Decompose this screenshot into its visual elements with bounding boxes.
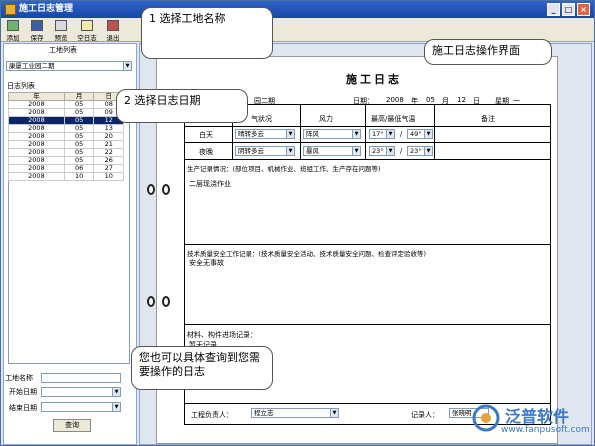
divider <box>184 244 551 245</box>
engineer-select[interactable]: 程立志 ▼ <box>251 408 339 418</box>
recorder-label: 记录人： <box>411 411 439 419</box>
exit-icon <box>107 20 119 31</box>
date-month[interactable]: 05 <box>426 96 435 104</box>
callout-log-interface: 施工日志操作界面 <box>424 39 552 65</box>
chevron-down-icon: ▼ <box>330 409 338 417</box>
divider <box>365 104 366 159</box>
table-cell: 2008 <box>8 172 65 181</box>
table-row[interactable]: 2008 10 10 <box>8 172 124 181</box>
day-temp-low-select[interactable]: 49° ▼ <box>407 129 433 139</box>
brand-name: 泛普软件 <box>505 407 570 426</box>
chevron-down-icon: ▼ <box>352 130 360 138</box>
blank-log-button[interactable]: 空日志 <box>75 19 99 42</box>
title-bar: 施工日志管理 _ □ × <box>1 1 594 18</box>
log-table: 年 月 日 2008 05 08 2008 05 09 2008 05 12 2008 05 13 20… <box>8 92 124 181</box>
day-weather-select[interactable]: 晴转多云 ▼ <box>235 129 295 139</box>
wind-header: 风力 <box>319 115 333 123</box>
chevron-down-icon: ▼ <box>286 147 294 155</box>
add-button[interactable]: 添加 <box>3 19 23 42</box>
add-icon <box>7 20 19 31</box>
date-year[interactable]: 2008 <box>386 96 404 104</box>
divider <box>300 104 301 159</box>
brand-url: www.fanpusoft.com <box>501 425 590 435</box>
remark-header: 备注 <box>481 115 495 123</box>
engineer-label: 工程负责人： <box>191 411 233 419</box>
weather-header: 气状况 <box>251 115 272 123</box>
chevron-down-icon: ▼ <box>424 130 432 138</box>
temp-separator: / <box>400 130 403 138</box>
exit-button[interactable]: 退出 <box>103 19 123 42</box>
log-list-label: 日志列表 <box>7 82 35 90</box>
day-temp-high-select[interactable]: 17° ▼ <box>369 129 395 139</box>
binder-ring-icon <box>147 184 155 195</box>
blank-log-icon <box>81 20 93 31</box>
divider <box>184 126 551 127</box>
brand-logo-icon <box>472 404 500 432</box>
chevron-down-icon: ▼ <box>123 62 131 70</box>
end-date-picker[interactable]: ▼ <box>41 402 121 412</box>
chevron-down-icon: ▼ <box>352 147 360 155</box>
minimize-button[interactable]: _ <box>547 3 560 16</box>
divider <box>434 104 435 159</box>
callout-query-tip: 您也可以具体查询到您需要操作的日志 <box>131 346 273 390</box>
day-wind-select[interactable]: 阵风 ▼ <box>303 129 361 139</box>
night-wind-select[interactable]: 暴风 ▼ <box>303 146 361 156</box>
chevron-down-icon: ▼ <box>386 130 394 138</box>
chevron-down-icon: ▼ <box>112 388 120 396</box>
site-name-label: 工地名称 <box>5 374 33 382</box>
divider <box>184 142 551 143</box>
day-label: 白天 <box>199 131 213 139</box>
chevron-down-icon: ▼ <box>112 403 120 411</box>
chevron-down-icon: ▼ <box>286 130 294 138</box>
chevron-down-icon: ▼ <box>424 147 432 155</box>
night-weather-select[interactable]: 阴转多云 ▼ <box>235 146 295 156</box>
binder-ring-icon <box>147 296 155 307</box>
safety-text[interactable]: 安全无事故 <box>189 258 224 268</box>
table-cell: 10 <box>63 172 95 181</box>
window-title: 施工日志管理 <box>19 4 74 14</box>
site-name-input[interactable] <box>41 373 121 383</box>
binder-ring-icon <box>162 184 170 195</box>
close-button[interactable]: × <box>577 3 590 16</box>
start-date-label: 开始日期 <box>9 388 37 396</box>
chevron-down-icon: ▼ <box>386 147 394 155</box>
brand-watermark: 泛普软件 www.fanpusoft.com <box>471 401 591 441</box>
preview-icon <box>55 20 67 31</box>
night-label: 夜晚 <box>199 148 213 156</box>
production-label: 生产记录情况：(部位项目、机械作业、班组工作、生产存在问题等) <box>187 165 381 173</box>
table-cell: 10 <box>93 172 124 181</box>
production-text[interactable]: 二层现浇作业 <box>189 179 231 189</box>
safety-label: 技术质量安全工作记录：(技术质量安全活动、技术质量安全问题、检查评定验收等) <box>187 250 427 258</box>
night-temp-low-select[interactable]: 23° ▼ <box>407 146 433 156</box>
site-select[interactable]: 康厦工业园二期 ▼ <box>6 61 132 71</box>
divider <box>184 324 551 325</box>
save-icon <box>31 20 43 31</box>
temp-header: 最高/最低气温 <box>371 115 416 123</box>
callout-select-date: 2 选择日志日期 <box>116 89 248 123</box>
site-list-label: 工地列表 <box>49 46 77 54</box>
material-label: 材料、构件进场记录： <box>187 331 257 339</box>
binder-ring-icon <box>162 296 170 307</box>
callout-select-site: 1 选择工地名称 <box>141 7 273 59</box>
save-button[interactable]: 保存 <box>27 19 47 42</box>
date-day[interactable]: 12 <box>457 96 466 104</box>
divider <box>184 159 551 160</box>
temp-separator: / <box>400 147 403 155</box>
app-window: 施工日志管理 _ □ × 添加 保存 预览 空日志 退出 工地列表 康厦工业园二… <box>0 0 595 446</box>
end-date-label: 结束日期 <box>9 404 37 412</box>
night-temp-high-select[interactable]: 23° ▼ <box>369 146 395 156</box>
query-button[interactable]: 查询 <box>53 419 91 432</box>
maximize-button[interactable]: □ <box>562 3 575 16</box>
preview-button[interactable]: 预览 <box>51 19 71 42</box>
app-icon <box>5 4 16 15</box>
start-date-picker[interactable]: ▼ <box>41 387 121 397</box>
log-title: 施工日志 <box>346 73 402 86</box>
